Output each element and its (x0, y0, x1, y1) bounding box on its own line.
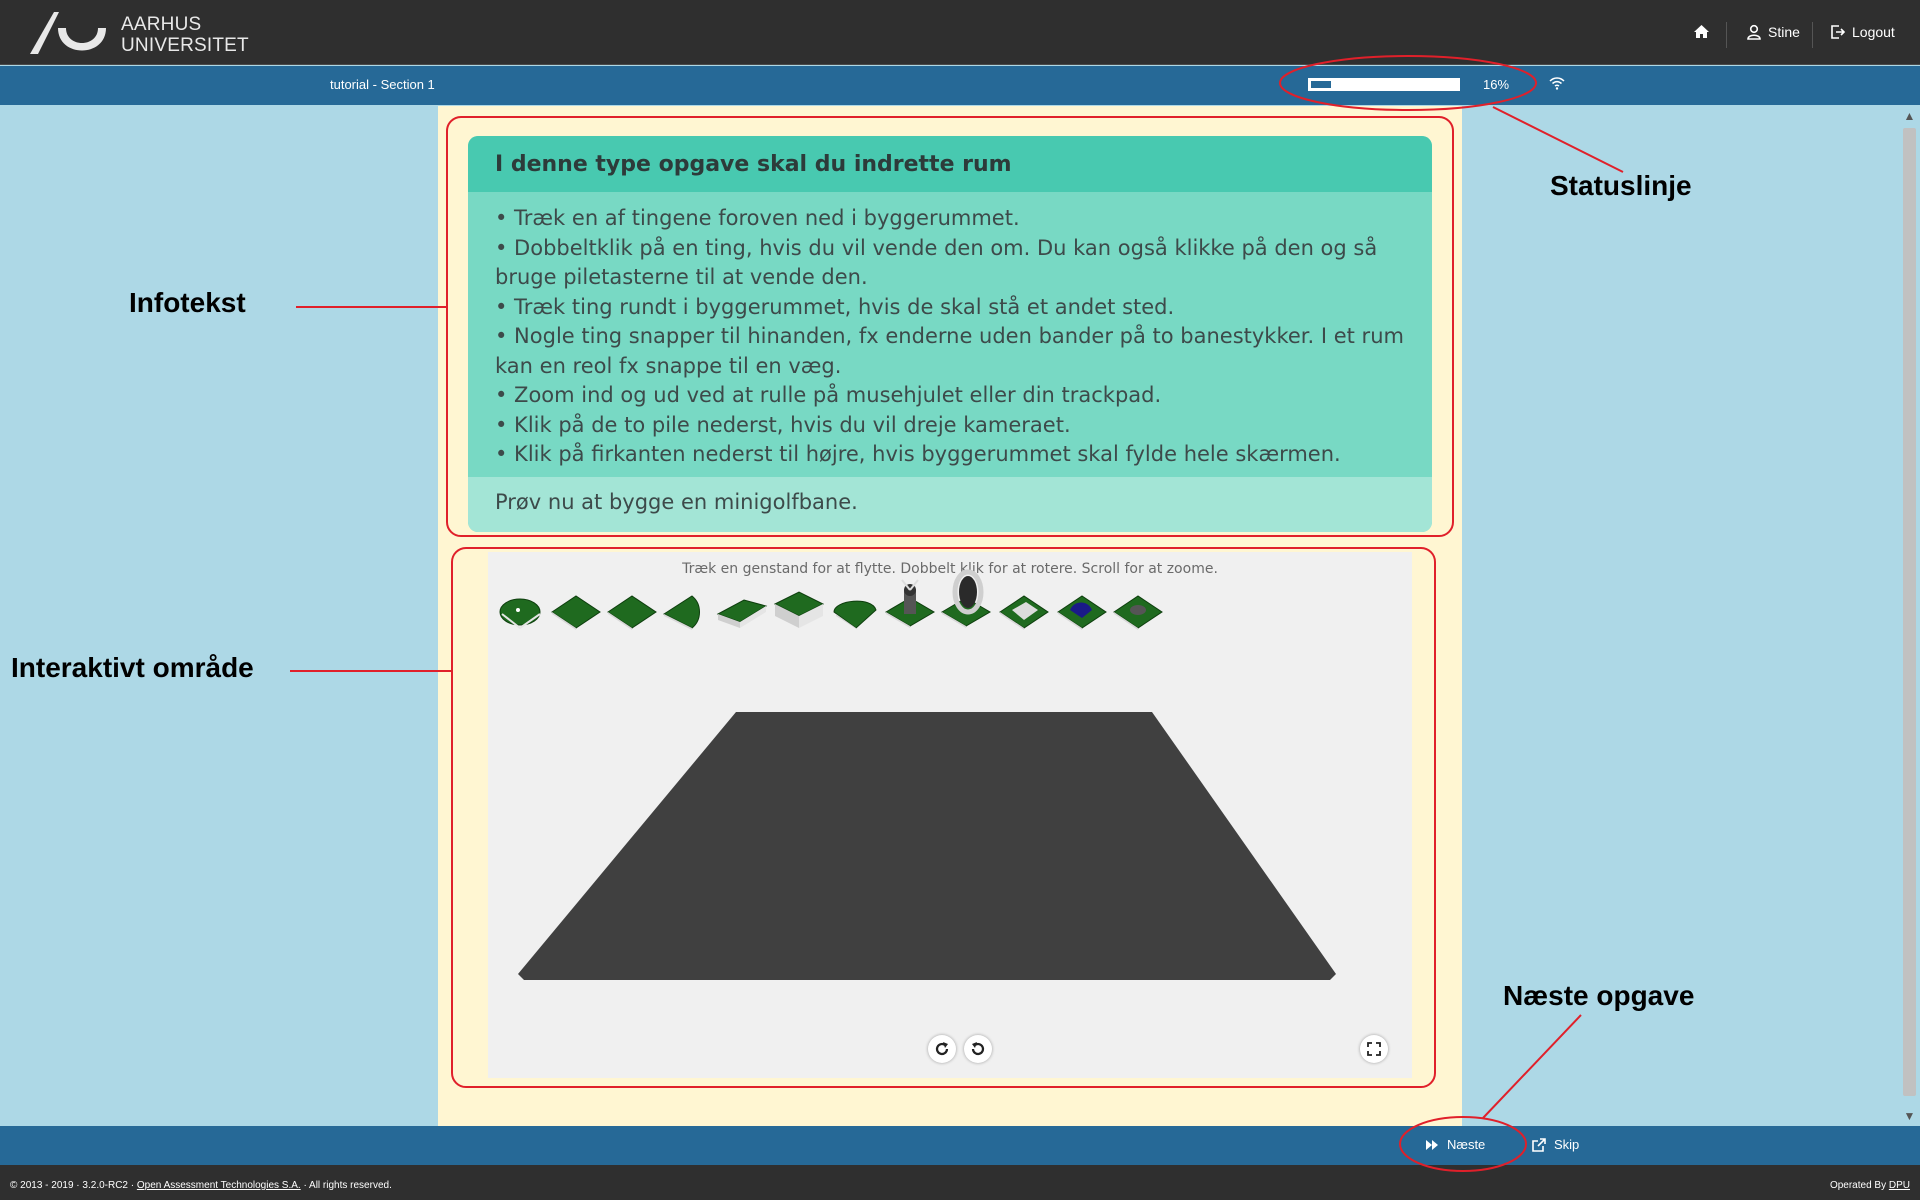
annotation-interaktivt-omraade: Interaktivt område (11, 652, 254, 683)
rotate-counterclockwise-icon (971, 1042, 985, 1056)
scroll-down-arrow[interactable]: ▼ (1899, 1106, 1920, 1126)
logout-link[interactable]: Logout (1830, 24, 1895, 40)
progress-bar (1308, 78, 1460, 91)
scroll-up-arrow[interactable]: ▲ (1899, 106, 1920, 126)
header-separator (1812, 22, 1813, 48)
user-icon (1747, 24, 1761, 40)
statuslinje-pointer (1492, 106, 1624, 173)
top-header: AARHUS UNIVERSITET Stine Logout (0, 0, 1920, 65)
info-item: • Dobbeltklik på en ting, hvis du vil ve… (495, 235, 1378, 290)
skip-button[interactable]: Skip (1532, 1137, 1579, 1152)
copyright-suffix: · All rights reserved. (303, 1180, 392, 1191)
operated-by-text: Operated By DPU (1830, 1180, 1910, 1191)
header-separator (1726, 22, 1727, 48)
rotate-counterclockwise-button[interactable] (964, 1035, 992, 1063)
build-floor[interactable] (488, 552, 1412, 1078)
section-title: tutorial - Section 1 (330, 77, 435, 92)
info-item: • Træk ting rundt i byggerummet, hvis de… (495, 294, 1175, 319)
logo-text-line1: AARHUS (121, 14, 202, 35)
user-name: Stine (1768, 24, 1800, 40)
info-title: I denne type opgave skal du indrette rum (468, 136, 1432, 192)
rotate-clockwise-button[interactable] (928, 1035, 956, 1063)
logo-text: AARHUS UNIVERSITET (121, 14, 249, 56)
info-item: • Klik på de to pile nederst, hvis du vi… (495, 412, 1071, 437)
interactive-build-area[interactable]: Træk en genstand for at flytte. Dobbelt … (488, 552, 1412, 1078)
home-icon (1694, 25, 1709, 38)
logo-text-line2: UNIVERSITET (121, 35, 249, 56)
info-body: • Træk en af tingene foroven ned i bygge… (468, 192, 1432, 477)
info-item: • Zoom ind og ud ved at rulle på musehju… (495, 383, 1162, 407)
operated-prefix: Operated By (1829, 1180, 1887, 1191)
copyright-prefix: © 2013 - 2019 · 3.2.0-RC2 · (10, 1180, 135, 1191)
fullscreen-icon (1367, 1042, 1381, 1056)
info-item: • Nogle ting snapper til hinanden, fx en… (495, 324, 1404, 378)
external-link-icon (1532, 1137, 1546, 1152)
dpu-link[interactable]: DPU (1889, 1180, 1910, 1191)
info-item: • Klik på firkanten nederst til højre, h… (495, 442, 1341, 466)
next-label: Næste (1447, 1137, 1486, 1152)
scroll-thumb[interactable] (1903, 128, 1916, 1096)
rotate-clockwise-icon (935, 1042, 949, 1056)
logout-label: Logout (1852, 24, 1895, 40)
skip-label: Skip (1554, 1137, 1580, 1152)
main-content: I denne type opgave skal du indrette rum… (438, 106, 1462, 1126)
info-box: I denne type opgave skal du indrette rum… (468, 136, 1432, 532)
copyright-text: © 2013 - 2019 · 3.2.0-RC2 · Open Assessm… (10, 1180, 392, 1191)
wifi-icon (1549, 77, 1565, 90)
next-button[interactable]: Næste (1425, 1137, 1485, 1152)
logout-icon (1831, 25, 1846, 39)
user-menu[interactable]: Stine (1746, 24, 1800, 40)
page-scrollbar[interactable]: ▲ ▼ (1899, 106, 1920, 1126)
page-footer: © 2013 - 2019 · 3.2.0-RC2 · Open Assessm… (0, 1165, 1920, 1200)
info-item: • Træk en af tingene foroven ned i bygge… (495, 206, 1020, 230)
annotation-infotekst: Infotekst (129, 287, 246, 318)
navigation-bar: Næste Skip (0, 1126, 1920, 1165)
progress-percent: 16% (1483, 77, 1510, 92)
status-bar: tutorial - Section 1 16% (0, 66, 1920, 105)
progress-fill (1309, 79, 1333, 90)
naeste-pointer (1482, 1014, 1582, 1119)
annotation-naeste-opgave: Næste opgave (1503, 980, 1695, 1011)
annotation-statuslinje: Statuslinje (1550, 170, 1692, 201)
fullscreen-button[interactable] (1360, 1035, 1388, 1063)
home-link[interactable] (1693, 24, 1710, 39)
fast-forward-icon (1426, 1139, 1438, 1150)
info-footer: Prøv nu at bygge en minigolfbane. (468, 477, 1432, 532)
oat-link[interactable]: Open Assessment Technologies S.A. (137, 1180, 301, 1191)
